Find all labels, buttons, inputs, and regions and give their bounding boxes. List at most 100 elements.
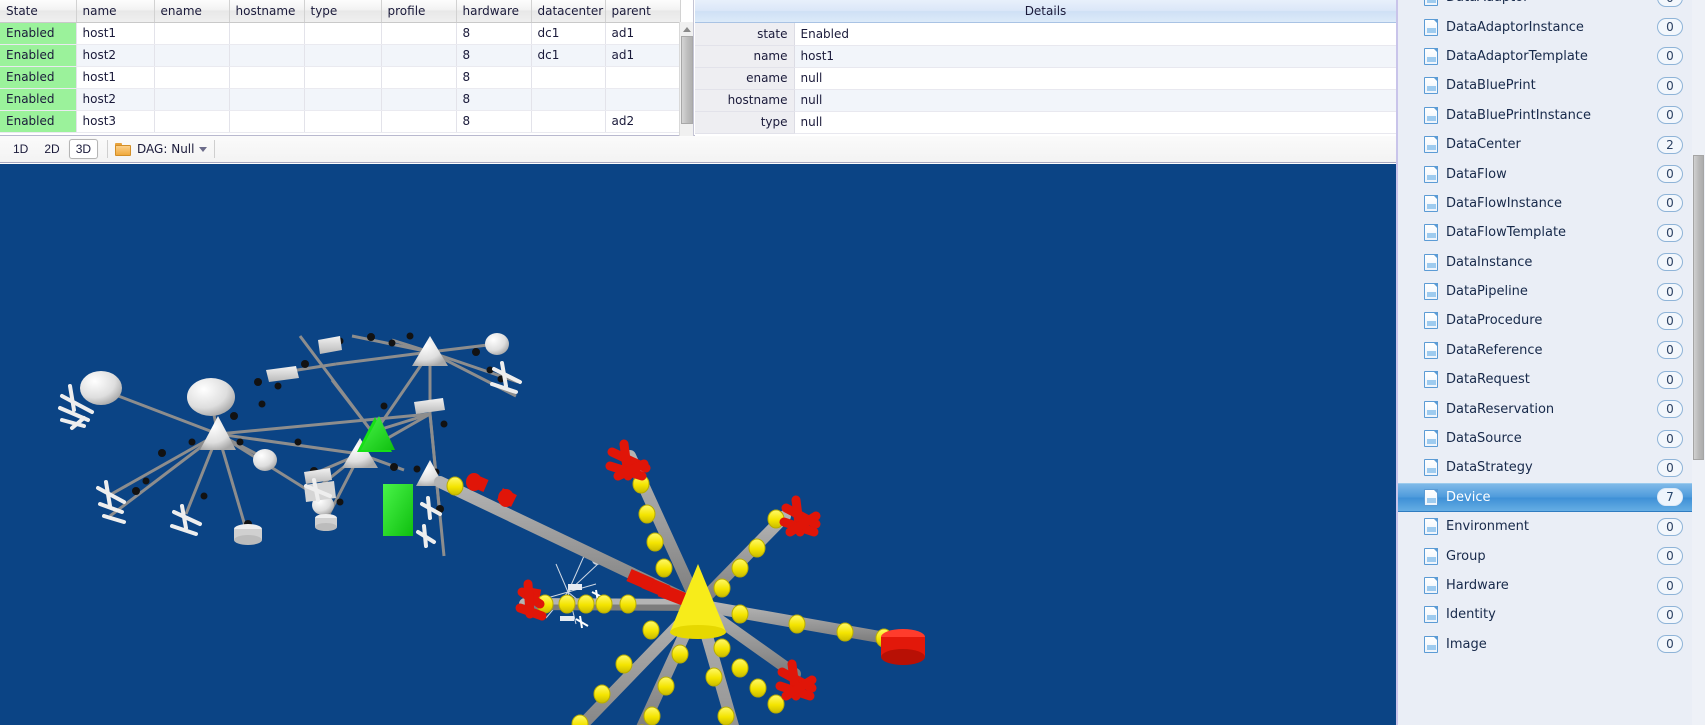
left-cluster-links [99, 334, 519, 557]
sidebar-item-dataadaptortemplate[interactable]: DataAdaptorTemplate 0 [1398, 42, 1705, 71]
details-row: hostname null [695, 89, 1396, 112]
scroll-thumb[interactable] [681, 36, 693, 124]
sidebar-item-identity[interactable]: Identity 0 [1398, 600, 1705, 629]
sidebar-item-dataflow[interactable]: DataFlow 0 [1398, 159, 1705, 188]
cell-name: host3 [76, 110, 155, 133]
left-cluster-cones [200, 336, 448, 486]
view-2d-button[interactable]: 2D [37, 139, 66, 159]
sidebar-item-label: DataStrategy [1446, 460, 1533, 476]
cell-type [304, 44, 382, 67]
sidebar-item-count-badge: 0 [1657, 253, 1683, 272]
sidebar-item-datastrategy[interactable]: DataStrategy 0 [1398, 453, 1705, 482]
sidebar-item-datacenter[interactable]: DataCenter 2 [1398, 130, 1705, 159]
cell-hardware: 8 [456, 88, 532, 111]
table-row[interactable]: Enabled host2 8 dc1 ad1 [0, 44, 681, 67]
details-panel: Details state Enabled name host1 ename null ho… [695, 0, 1396, 136]
sidebar-item-count-badge: 0 [1657, 517, 1683, 536]
col-header-parent[interactable]: parent [605, 0, 681, 23]
table-row[interactable]: Enabled host1 8 [0, 66, 681, 89]
document-icon [1424, 253, 1438, 271]
entity-type-sidebar[interactable]: DataAdaptor0DataAdaptorInstance0DataAdap… [1396, 0, 1705, 725]
cell-name: host2 [76, 44, 155, 67]
toolbar-separator-1 [107, 140, 109, 158]
col-header-hardware[interactable]: hardware [456, 0, 532, 23]
document-icon [1424, 312, 1438, 330]
sidebar-item-count-badge: 0 [1657, 194, 1683, 213]
cell-parent: ad1 [605, 44, 681, 67]
details-value: null [794, 111, 1396, 134]
sidebar-item-datablueprint[interactable]: DataBluePrint 0 [1398, 71, 1705, 100]
sidebar-scrollbar[interactable] [1692, 0, 1705, 725]
table-row[interactable]: Enabled host2 8 [0, 88, 681, 111]
scroll-up-arrow-icon[interactable] [680, 22, 693, 36]
cell-type [304, 110, 382, 133]
view-3d-button[interactable]: 3D [68, 139, 99, 159]
graph-3d-viewport[interactable] [0, 164, 1396, 725]
grid-vertical-scrollbar[interactable] [679, 22, 693, 136]
view-1d-button[interactable]: 1D [6, 139, 35, 159]
col-header-hostname[interactable]: hostname [229, 0, 305, 23]
document-icon [1424, 47, 1438, 65]
details-key: name [695, 45, 795, 68]
details-title: Details [695, 0, 1396, 23]
col-header-ename[interactable]: ename [154, 0, 230, 23]
sidebar-item-image[interactable]: Image 0 [1398, 630, 1705, 659]
cell-ename [154, 110, 230, 133]
col-header-state[interactable]: State [0, 0, 77, 23]
col-header-type[interactable]: type [304, 0, 382, 23]
cell-datacenter [531, 110, 606, 133]
details-key: hostname [695, 89, 795, 112]
col-header-name[interactable]: name [76, 0, 155, 23]
sidebar-item-datareservation[interactable]: DataReservation 0 [1398, 394, 1705, 423]
document-icon [1424, 459, 1438, 477]
toolbar-separator-2 [214, 140, 216, 158]
document-icon [1424, 18, 1438, 36]
sidebar-item-label: DataAdaptorTemplate [1446, 48, 1588, 64]
sidebar-item-label: DataPipeline [1446, 284, 1528, 300]
sidebar-item-count-badge: 0 [1657, 223, 1683, 242]
sidebar-item-datapipeline[interactable]: DataPipeline 0 [1398, 277, 1705, 306]
sidebar-item-dataadaptorinstance[interactable]: DataAdaptorInstance 0 [1398, 12, 1705, 41]
cell-profile [381, 88, 457, 111]
sidebar-item-device[interactable]: Device 7 [1398, 482, 1705, 513]
details-value: null [794, 89, 1396, 112]
sidebar-item-label: DataInstance [1446, 254, 1533, 270]
sidebar-item-dataprocedure[interactable]: DataProcedure 0 [1398, 306, 1705, 335]
sidebar-item-hardware[interactable]: Hardware 0 [1398, 571, 1705, 600]
chevron-down-icon[interactable] [199, 146, 208, 152]
sidebar-item-dataflowtemplate[interactable]: DataFlowTemplate 0 [1398, 218, 1705, 247]
sidebar-item-count-badge: 0 [1657, 18, 1683, 37]
sidebar-item-datablueprintinstance[interactable]: DataBluePrintInstance 0 [1398, 101, 1705, 130]
document-icon [1424, 547, 1438, 565]
sidebar-item-datasource[interactable]: DataSource 0 [1398, 424, 1705, 453]
sidebar-item-dataadaptor[interactable]: DataAdaptor 0 [1398, 0, 1705, 12]
document-icon [1424, 488, 1438, 506]
sidebar-item-label: Environment [1446, 519, 1530, 535]
device-grid-panel[interactable]: State name ename hostname type profile h… [0, 0, 694, 136]
table-row[interactable]: Enabled host3 8 ad2 [0, 110, 681, 133]
cell-ename [154, 22, 230, 45]
col-header-datacenter[interactable]: datacenter [531, 0, 606, 23]
sidebar-scroll-thumb[interactable] [1693, 155, 1704, 460]
document-icon [1424, 283, 1438, 301]
sidebar-item-datarequest[interactable]: DataRequest 0 [1398, 365, 1705, 394]
axis-gizmos [58, 361, 522, 548]
sidebar-item-label: DataFlowInstance [1446, 195, 1563, 211]
sidebar-item-label: DataCenter [1446, 137, 1521, 153]
cell-hardware: 8 [456, 44, 532, 67]
col-header-profile[interactable]: profile [381, 0, 457, 23]
sidebar-item-count-badge: 0 [1657, 429, 1683, 448]
table-row[interactable]: Enabled host1 8 dc1 ad1 [0, 22, 681, 45]
sidebar-item-group[interactable]: Group 0 [1398, 541, 1705, 570]
sidebar-item-dataflowinstance[interactable]: DataFlowInstance 0 [1398, 189, 1705, 218]
cell-type [304, 22, 382, 45]
sidebar-item-datainstance[interactable]: DataInstance 0 [1398, 248, 1705, 277]
sidebar-item-label: DataAdaptorInstance [1446, 19, 1584, 35]
sidebar-item-label: DataRequest [1446, 372, 1530, 388]
document-icon [1424, 577, 1438, 594]
cell-type [304, 66, 382, 89]
document-icon [1424, 77, 1438, 95]
sidebar-item-count-badge: 7 [1657, 488, 1683, 507]
sidebar-item-environment[interactable]: Environment 0 [1398, 512, 1705, 541]
sidebar-item-datareference[interactable]: DataReference 0 [1398, 336, 1705, 365]
